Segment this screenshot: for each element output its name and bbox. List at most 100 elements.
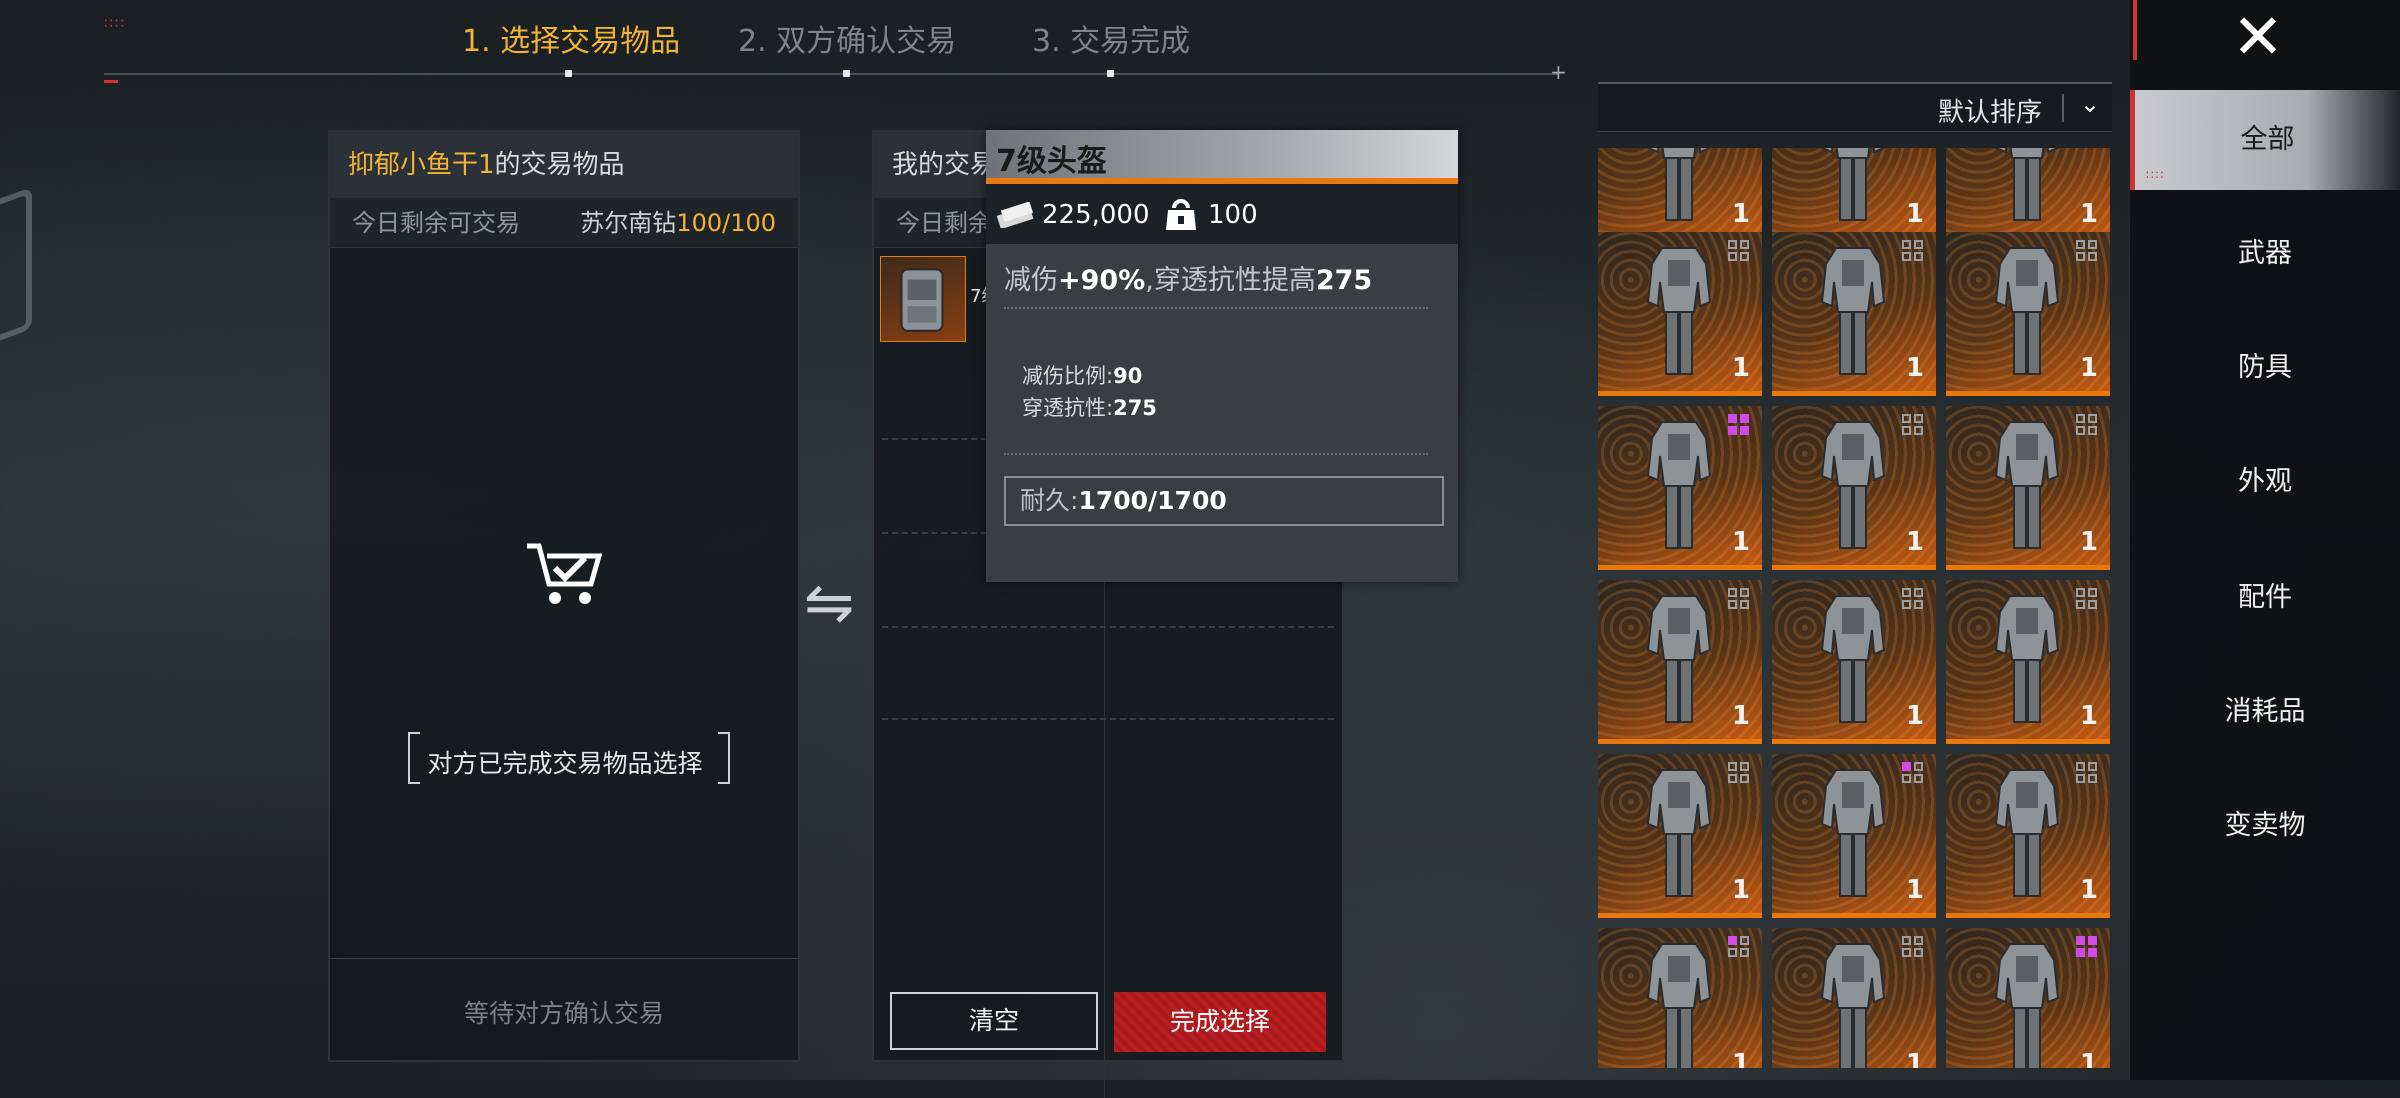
grid-size-icon xyxy=(2076,936,2100,960)
armor-suit-icon xyxy=(1820,769,1886,897)
nav-item-armor[interactable]: 防具 xyxy=(2130,318,2400,418)
item-count: 1 xyxy=(1905,701,1924,731)
item-count: 1 xyxy=(2079,875,2098,905)
divider xyxy=(330,958,798,959)
step-dot xyxy=(565,70,572,77)
item-count: 1 xyxy=(1905,875,1924,905)
inventory-slot[interactable]: 1 xyxy=(1946,928,2110,1068)
armor-suit-icon xyxy=(1820,148,1886,221)
inventory-slot[interactable]: 1 xyxy=(1772,580,1936,744)
trade-slot-item[interactable] xyxy=(880,256,966,342)
inventory-slot[interactable]: 1 xyxy=(1772,232,1936,396)
currency-value: 100/100 xyxy=(676,209,776,237)
grid-size-icon xyxy=(1902,762,1926,786)
armor-suit-icon xyxy=(1820,595,1886,723)
sort-label: 默认排序 xyxy=(1937,98,2042,128)
resist-label: 穿透抗性: xyxy=(1022,396,1114,420)
item-count: 1 xyxy=(2079,527,2098,557)
grid-size-icon xyxy=(1728,414,1752,438)
item-count: 1 xyxy=(1905,1049,1924,1068)
step-select-items: 1. 选择交易物品 xyxy=(462,24,681,59)
item-count: 1 xyxy=(1731,199,1750,229)
armor-suit-icon xyxy=(1994,148,2060,221)
opponent-panel-title: 抑郁小鱼干1的交易物品 xyxy=(330,132,798,198)
reduction-stat: 减伤比例:90 xyxy=(1022,360,1142,390)
step-trade-complete: 3. 交易完成 xyxy=(1032,24,1191,59)
clear-button[interactable]: 清空 xyxy=(890,992,1098,1050)
tooltip-divider xyxy=(1004,453,1428,455)
bracket-right xyxy=(718,732,730,784)
grid-size-icon xyxy=(2076,240,2100,264)
finish-selection-button[interactable]: 完成选择 xyxy=(1114,992,1326,1052)
inventory-slot[interactable]: 1 xyxy=(1946,580,2110,744)
armor-suit-icon xyxy=(1646,247,1712,375)
item-count: 1 xyxy=(2079,701,2098,731)
grid-size-icon xyxy=(2076,414,2100,438)
armor-suit-icon xyxy=(1646,943,1712,1068)
nav-accent-bar xyxy=(2133,0,2137,60)
inventory-slot[interactable]: 1 xyxy=(1598,580,1762,744)
grid-size-icon xyxy=(1728,936,1752,960)
armor-suit-icon xyxy=(1994,769,2060,897)
reduction-label: 减伤比例: xyxy=(1022,364,1114,388)
armor-suit-icon xyxy=(1994,943,2060,1068)
inventory-slot[interactable]: 1 xyxy=(1946,754,2110,918)
inventory-slot[interactable]: 1 xyxy=(1772,928,1936,1068)
sort-dropdown[interactable]: 默认排序 ⌄ xyxy=(1598,82,2112,132)
inventory-slot[interactable]: 1 xyxy=(1598,148,1762,242)
effect-value: +90% xyxy=(1058,265,1146,296)
inventory-grid: 1 1 1 1 1 1 1 1 1 1 1 1 1 1 1 1 1 1 xyxy=(1598,148,2112,1068)
armor-suit-icon xyxy=(1820,247,1886,375)
item-count: 1 xyxy=(1905,527,1924,557)
effect-mid: ,穿透抗性提高 xyxy=(1145,265,1316,296)
nav-item-appearance[interactable]: 外观 xyxy=(2130,432,2400,532)
item-effect: 减伤+90%,穿透抗性提高275 xyxy=(1004,258,1372,297)
item-count: 1 xyxy=(1731,527,1750,557)
nav-item-sellables[interactable]: 变卖物 xyxy=(2130,776,2400,876)
inventory-slot[interactable]: 1 xyxy=(1946,232,2110,396)
inventory-slot[interactable]: 1 xyxy=(1598,754,1762,918)
armor-suit-icon xyxy=(1994,421,2060,549)
item-tooltip: 7级头盔 225,000 100 减伤+90%,穿透抗性提高275 减伤比例:9… xyxy=(986,130,1458,582)
backpack-icon xyxy=(900,268,944,332)
grid-row-line xyxy=(882,626,1334,628)
grid-size-icon xyxy=(1902,588,1926,612)
inventory-slot[interactable]: 1 xyxy=(1946,148,2110,242)
inventory-slot[interactable]: 1 xyxy=(1772,148,1936,242)
step-confirm-trade: 2. 双方确认交易 xyxy=(738,24,957,59)
reduction-value: 90 xyxy=(1113,364,1143,388)
armor-suit-icon xyxy=(1820,421,1886,549)
grid-size-icon xyxy=(1902,240,1926,264)
nav-item-consumables[interactable]: 消耗品 xyxy=(2130,662,2400,762)
tooltip-divider xyxy=(1004,307,1428,309)
cash-icon xyxy=(996,202,1034,228)
inventory-slot[interactable]: 1 xyxy=(1946,406,2110,570)
opponent-name: 抑郁小鱼干1 xyxy=(348,150,495,180)
step-dot xyxy=(843,70,850,77)
item-count: 1 xyxy=(2079,199,2098,229)
nav-item-all[interactable]: 全部 xyxy=(2130,90,2400,190)
item-price: 225,000 xyxy=(1042,200,1150,230)
durability-value: 1700/1700 xyxy=(1078,486,1227,515)
my-remaining-label: 今日剩余 xyxy=(896,209,992,237)
step-progress-line xyxy=(104,73,1558,75)
item-count: 1 xyxy=(1905,353,1924,383)
deco-dots: ∷∷ xyxy=(104,16,126,32)
durability-box: 耐久:1700/1700 xyxy=(1004,476,1444,526)
nav-item-attachments[interactable]: 配件 xyxy=(2130,548,2400,648)
grid-size-icon xyxy=(1902,936,1926,960)
nav-item-weapons[interactable]: 武器 xyxy=(2130,204,2400,304)
armor-suit-icon xyxy=(1820,943,1886,1068)
item-count: 1 xyxy=(1731,875,1750,905)
inventory-slot[interactable]: 1 xyxy=(1772,406,1936,570)
inventory-slot[interactable]: 1 xyxy=(1772,754,1936,918)
inventory-slot[interactable]: 1 xyxy=(1598,232,1762,396)
armor-suit-icon xyxy=(1646,421,1712,549)
item-count: 1 xyxy=(2079,1049,2098,1068)
close-icon[interactable]: ✕ xyxy=(2232,6,2284,68)
cart-check-icon xyxy=(527,543,603,604)
inventory-slot[interactable]: 1 xyxy=(1598,406,1762,570)
grid-size-icon xyxy=(2076,762,2100,786)
deco-dots: ∷∷ xyxy=(2146,168,2166,182)
inventory-slot[interactable]: 1 xyxy=(1598,928,1762,1068)
